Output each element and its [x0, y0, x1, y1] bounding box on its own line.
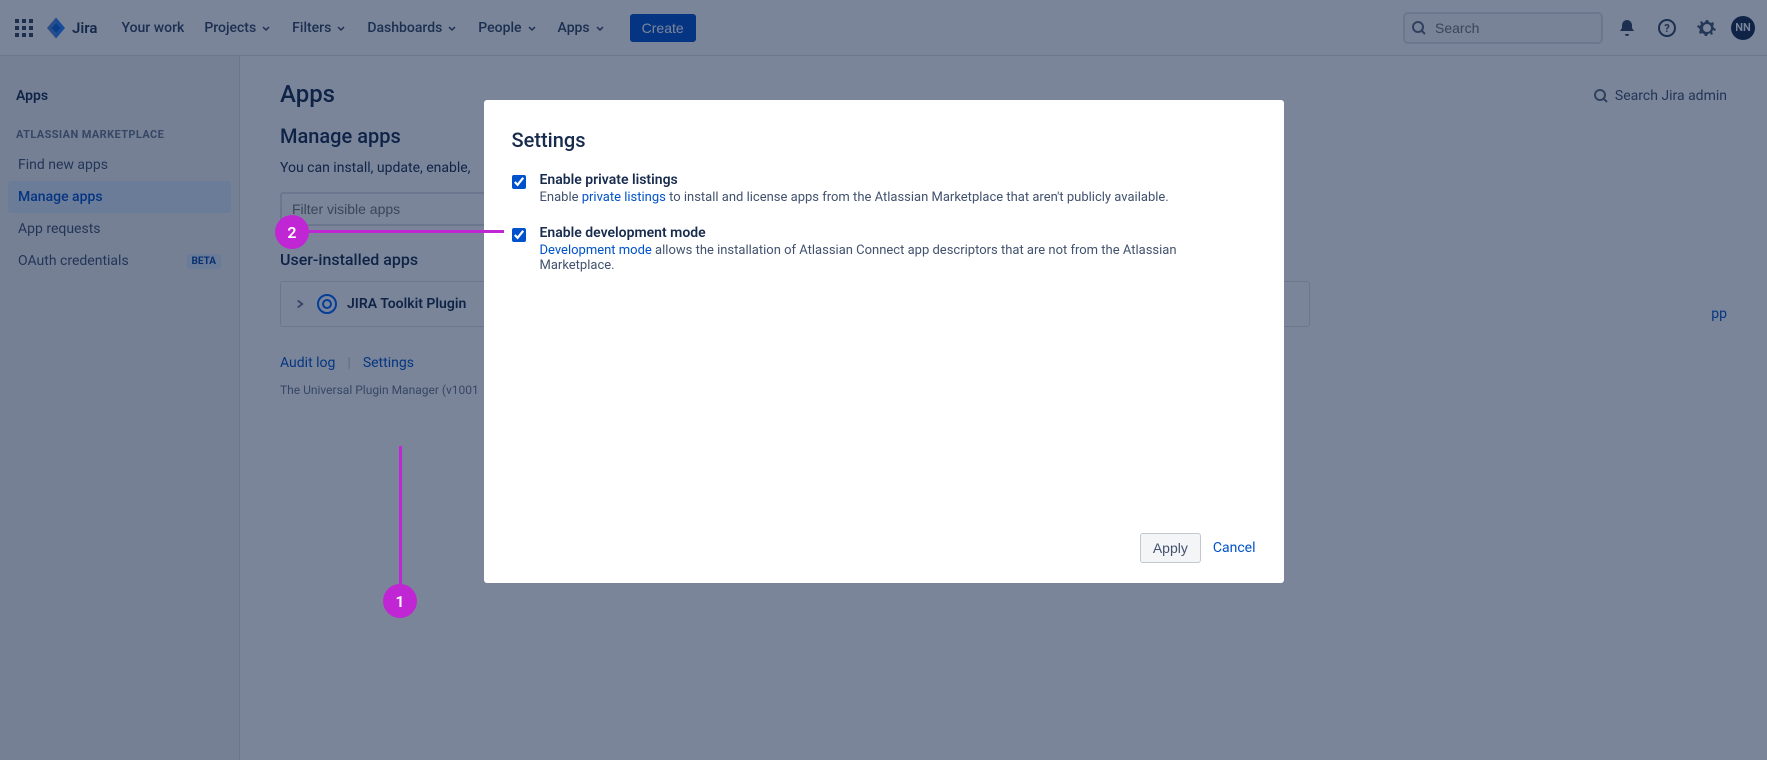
- private-listings-link[interactable]: private listings: [582, 190, 666, 205]
- option-label: Enable private listings: [540, 172, 1169, 188]
- cancel-link[interactable]: Cancel: [1213, 540, 1256, 556]
- checkbox-private-listings[interactable]: [512, 175, 526, 189]
- development-mode-link[interactable]: Development mode: [540, 243, 652, 258]
- modal-title: Settings: [512, 128, 1256, 152]
- modal-overlay[interactable]: Settings Enable private listings Enable …: [0, 0, 1767, 760]
- annotation-2: 2: [275, 215, 309, 249]
- annotation-2-line: [306, 230, 504, 233]
- option-development-mode: Enable development mode Development mode…: [512, 225, 1256, 273]
- option-label: Enable development mode: [540, 225, 1220, 241]
- annotation-1-line: [399, 446, 402, 586]
- option-private-listings: Enable private listings Enable private l…: [512, 172, 1256, 205]
- settings-modal: Settings Enable private listings Enable …: [484, 100, 1284, 583]
- annotation-1: 1: [383, 584, 417, 618]
- option-description: Enable private listings to install and l…: [540, 190, 1169, 205]
- apply-button[interactable]: Apply: [1140, 533, 1201, 563]
- checkbox-development-mode[interactable]: [512, 228, 526, 242]
- option-description: Development mode allows the installation…: [540, 243, 1220, 273]
- modal-footer: Apply Cancel: [512, 533, 1256, 563]
